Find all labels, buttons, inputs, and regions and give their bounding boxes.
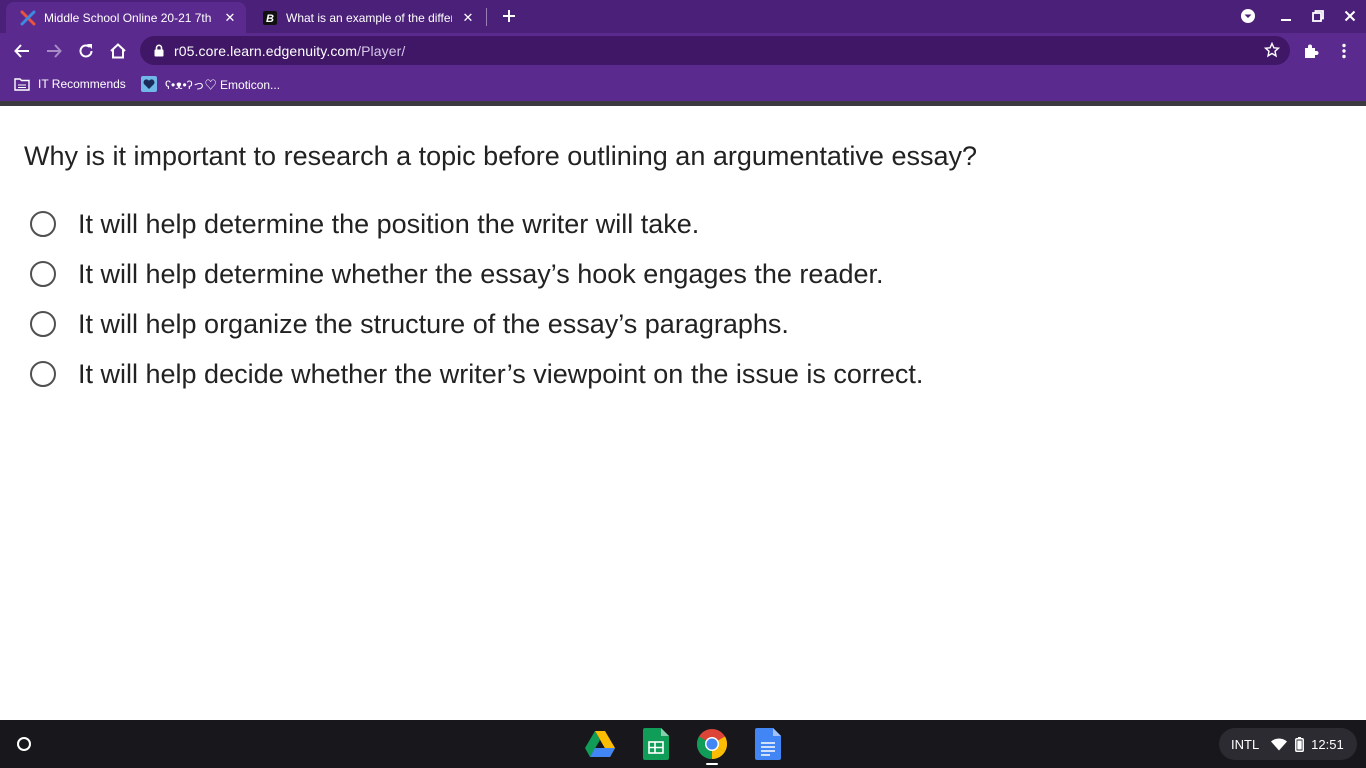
google-chrome-icon[interactable] [696, 728, 728, 760]
answer-option[interactable]: It will help organize the structure of t… [30, 304, 789, 344]
heart-icon [141, 76, 157, 92]
bookmark-star-icon [1264, 42, 1280, 58]
lock-icon [154, 44, 164, 57]
puzzle-icon [1305, 44, 1319, 58]
bookmark-emoticon[interactable]: ʕ•ᴥ•ʔっ♡ Emoticon... [141, 75, 280, 93]
chevron-down-circle-icon [1241, 9, 1255, 23]
answer-option[interactable]: It will help determine whether the essay… [30, 254, 884, 294]
extensions-button[interactable] [1299, 39, 1323, 63]
close-window-button[interactable] [1338, 5, 1362, 27]
folder-icon [14, 76, 30, 92]
close-tab-icon[interactable]: ✕ [458, 8, 478, 28]
google-drive-icon[interactable] [584, 728, 616, 760]
back-button[interactable] [10, 39, 34, 63]
plus-icon [503, 10, 515, 22]
launcher-circle-icon [17, 737, 31, 751]
restore-button[interactable] [1306, 5, 1330, 27]
bookmark-label: IT Recommends [38, 77, 126, 91]
forward-button[interactable] [42, 39, 66, 63]
close-icon [1344, 10, 1356, 22]
home-button[interactable] [106, 39, 130, 63]
reload-button[interactable] [74, 39, 98, 63]
answer-option-label[interactable]: It will help determine whether the essay… [78, 259, 884, 290]
more-vert-icon [1342, 43, 1346, 59]
tab-search-button[interactable] [1236, 5, 1260, 27]
bookmark-it-recommends[interactable]: IT Recommends [14, 75, 126, 93]
edgenuity-x-icon [20, 10, 36, 26]
url-text: r05.core.learn.edgenuity.com/Player/ [174, 43, 405, 59]
answer-option[interactable]: It will help determine the position the … [30, 204, 699, 244]
browser-toolbar: r05.core.learn.edgenuity.com/Player/ [0, 33, 1366, 69]
svg-text:B: B [266, 13, 274, 25]
bookmark-label: ʕ•ᴥ•ʔっ♡ Emoticon... [165, 77, 281, 92]
browser-menu-button[interactable] [1332, 39, 1356, 63]
restore-icon [1312, 10, 1324, 22]
battery-icon [1295, 736, 1305, 752]
new-tab-button[interactable] [498, 5, 520, 27]
tab-edgenuity[interactable]: Middle School Online 20-21 7th Grade ✕ [6, 2, 246, 33]
answer-option-label[interactable]: It will help decide whether the writer’s… [78, 359, 923, 390]
wifi-icon [1271, 737, 1288, 751]
close-tab-icon[interactable]: ✕ [220, 8, 240, 28]
bookmarks-bar: IT Recommends ʕ•ᴥ•ʔっ♡ Emoticon... [0, 69, 1366, 99]
question-prompt: Why is it important to research a topic … [24, 141, 977, 171]
radio-button[interactable] [30, 311, 56, 337]
tab-separator [486, 8, 487, 26]
input-method-label: INTL [1231, 736, 1260, 752]
answer-option[interactable]: It will help decide whether the writer’s… [30, 354, 923, 394]
running-app-indicator [706, 763, 718, 765]
answer-option-label[interactable]: It will help determine the position the … [78, 209, 699, 240]
arrow-forward-icon [47, 44, 62, 58]
minimize-button[interactable] [1274, 5, 1298, 27]
browser-chrome: Middle School Online 20-21 7th Grade ✕ B… [0, 0, 1366, 106]
tab-title: What is an example of the difference [286, 10, 452, 25]
minimize-icon [1281, 19, 1291, 21]
os-shelf: INTL 12:51 [0, 720, 1366, 768]
reload-icon [79, 44, 93, 58]
tab-brainly[interactable]: B What is an example of the difference ✕ [248, 2, 484, 33]
url-path: /Player/ [357, 43, 406, 59]
status-tray[interactable]: INTL 12:51 [1219, 728, 1357, 760]
launcher-button[interactable] [10, 730, 38, 758]
answer-option-label[interactable]: It will help organize the structure of t… [78, 309, 789, 340]
quiz-page: Why is it important to research a topic … [0, 106, 1366, 720]
tab-strip: Middle School Online 20-21 7th Grade ✕ B… [0, 0, 1366, 33]
address-bar[interactable]: r05.core.learn.edgenuity.com/Player/ [140, 36, 1290, 65]
radio-button[interactable] [30, 361, 56, 387]
clock: 12:51 [1311, 736, 1344, 752]
google-sheets-icon[interactable] [640, 728, 672, 760]
arrow-back-icon [14, 44, 29, 58]
url-host: r05.core.learn.edgenuity.com [174, 43, 358, 59]
google-docs-icon[interactable] [752, 728, 784, 760]
brainly-b-icon: B [262, 10, 278, 26]
radio-button[interactable] [30, 261, 56, 287]
home-icon [110, 43, 126, 59]
radio-button[interactable] [30, 211, 56, 237]
tab-title: Middle School Online 20-21 7th Grade [44, 10, 214, 25]
